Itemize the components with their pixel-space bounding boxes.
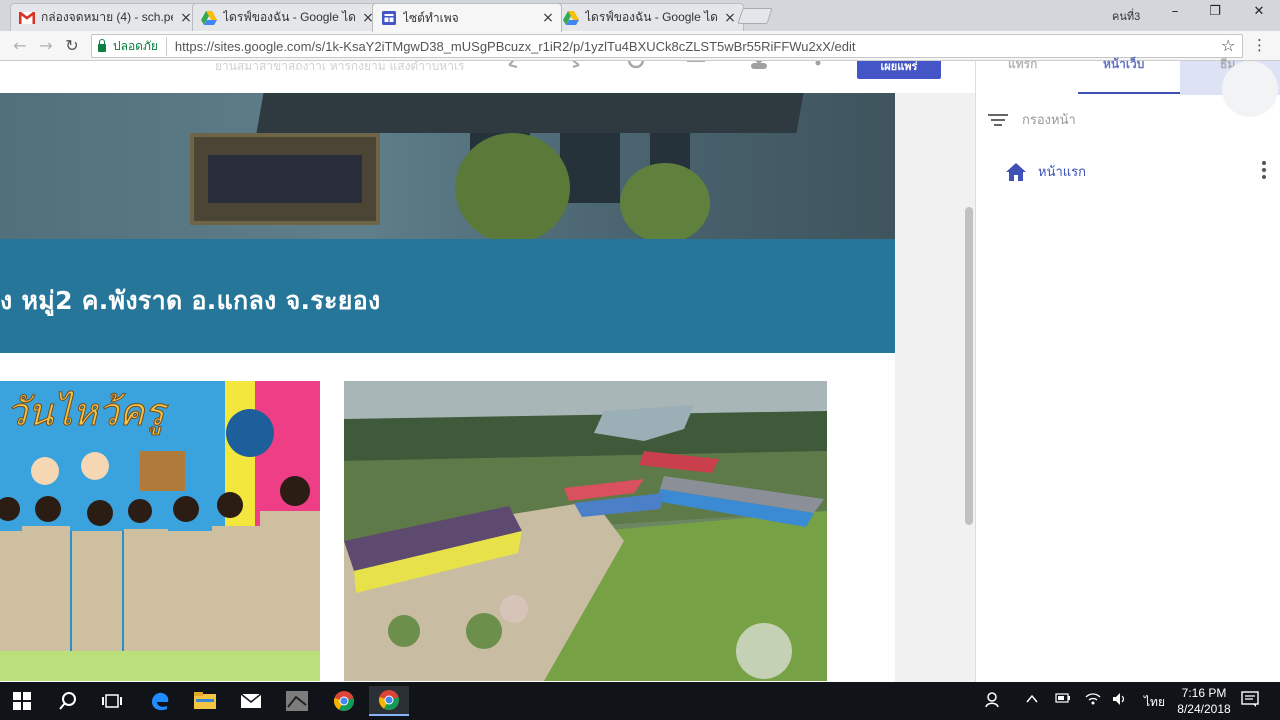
school-sign (190, 133, 380, 225)
new-tab-button[interactable] (737, 8, 773, 24)
undo-icon[interactable] (505, 61, 527, 69)
chrome-icon-active[interactable] (369, 686, 409, 716)
school-aerial-photo[interactable] (344, 381, 827, 681)
page-label: หน้าแรก (1038, 165, 1086, 180)
publish-button[interactable]: เผยแพร่ (857, 61, 941, 79)
content-section: วันไหว้ครู (0, 353, 895, 682)
close-icon[interactable]: × (541, 11, 555, 25)
start-button[interactable] (2, 686, 42, 716)
browser-toolbar: ← → ↻ ปลอดภัย https://sites.google.com/s… (0, 31, 1280, 61)
wifi-icon[interactable] (1085, 692, 1101, 710)
drive-icon (201, 10, 217, 25)
tab-gmail[interactable]: กล่องจดหมาย (4) - sch.peo × (10, 3, 200, 31)
staff-photo-graphic: วันไหว้ครู (0, 381, 320, 681)
people-icon[interactable] (985, 692, 1003, 712)
system-clock[interactable]: 7:16 PM 8/24/2018 (1172, 685, 1236, 717)
battery-icon[interactable] (1055, 692, 1071, 708)
forward-icon[interactable]: → (36, 36, 56, 56)
tab-title: กล่องจดหมาย (4) - sch.peo (41, 10, 173, 24)
share-icon[interactable] (748, 61, 770, 69)
app-icon[interactable] (277, 686, 317, 716)
sites-icon (381, 11, 397, 25)
clock-time: 7:16 PM (1181, 686, 1227, 700)
clock-date: 8/24/2018 (1177, 702, 1231, 716)
site-editor-canvas: ยานสมาสาขาสถงาาเ หารกงยาม แสงตำาบหาเร เผ… (0, 61, 975, 682)
home-icon (1006, 162, 1026, 181)
back-icon[interactable]: ← (10, 36, 30, 56)
volume-icon[interactable] (1112, 692, 1128, 710)
pages-panel: แทรก หน้าเว็บ ธีม กรองหน้า หน้าแรก (975, 57, 1280, 682)
search-icon[interactable] (48, 686, 88, 716)
filter-label: กรองหน้า (1022, 113, 1076, 128)
windows-taskbar: ไทย 7:16 PM 8/24/2018 (0, 682, 1280, 720)
active-tab-indicator (1078, 92, 1180, 94)
chrome-icon[interactable] (324, 686, 364, 716)
building-roof (256, 93, 804, 133)
redo-icon[interactable] (565, 61, 587, 69)
window-close-icon[interactable]: ✕ (1244, 4, 1274, 22)
link-icon[interactable] (685, 61, 707, 69)
tab-drive-2[interactable]: ไดรฟ์ของฉัน - Google ไดรฟ์ × (554, 3, 744, 31)
edge-icon[interactable] (140, 686, 180, 716)
secure-label: ปลอดภัย (113, 36, 167, 56)
svg-text:วันไหว้ครู: วันไหว้ครู (6, 390, 169, 435)
tab-title: ไดรฟ์ของฉัน - Google ไดรฟ์ (585, 10, 717, 24)
gmail-icon (19, 11, 35, 25)
restore-icon[interactable]: ❐ (1200, 4, 1230, 22)
tab-insert[interactable]: แทรก (1008, 55, 1037, 74)
filter-icon[interactable] (988, 113, 1008, 127)
page-options-icon[interactable] (1261, 161, 1267, 179)
tree (455, 133, 570, 239)
school-aerial-graphic (344, 381, 827, 681)
banner-title[interactable]: ง หมู่2 ค.พังราด อ.แกลง จ.ระยอง (0, 281, 381, 321)
url-text[interactable]: https://sites.google.com/s/1k-KsaY2iTMgw… (175, 39, 856, 54)
tab-sites[interactable]: ไซต์ทำเพจ × (372, 3, 562, 32)
header-image[interactable] (0, 93, 895, 239)
staff-photo[interactable]: วันไหว้ครู (0, 381, 320, 681)
browser-menu-icon[interactable]: ⋮ (1252, 36, 1267, 54)
page-item-home[interactable]: หน้าแรก (1006, 161, 1086, 182)
preview-icon[interactable] (625, 61, 647, 69)
panel-button-ripple (1222, 61, 1278, 117)
mail-icon[interactable] (231, 686, 271, 716)
profile-name[interactable]: คนที่3 (1112, 7, 1140, 25)
site-title-text: ยานสมาสาขาสถงาาเ หารกงยาม แสงตำาบหาเร (215, 61, 465, 73)
reload-icon[interactable]: ↻ (62, 36, 82, 56)
browser-tab-strip: กล่องจดหมาย (4) - sch.peo × ไดรฟ์ของฉัน … (0, 0, 1280, 32)
file-explorer-icon[interactable] (185, 686, 225, 716)
windows-logo-icon (13, 692, 31, 710)
filter-pages[interactable]: กรองหน้า (988, 109, 1076, 130)
action-center-icon[interactable] (1241, 691, 1259, 711)
lock-icon (98, 38, 106, 52)
tab-title: ไซต์ทำเพจ (403, 10, 459, 25)
close-icon[interactable]: × (723, 11, 737, 25)
drive-icon (563, 10, 579, 25)
task-view-icon[interactable] (92, 686, 132, 716)
chevron-up-icon[interactable] (1025, 692, 1039, 710)
title-banner[interactable]: ง หมู่2 ค.พังราด อ.แกลง จ.ระยอง (0, 239, 895, 353)
bookmark-star-icon[interactable]: ☆ (1221, 36, 1235, 55)
editor-scrollbar[interactable] (965, 207, 973, 525)
tab-title: ไดรฟ์ของฉัน - Google ไดรฟ์ (223, 10, 355, 24)
tab-pages[interactable]: หน้าเว็บ (1103, 55, 1144, 74)
tree (620, 163, 710, 239)
editor-header: ยานสมาสาขาสถงาาเ หารกงยาม แสงตำาบหาเร เผ… (0, 61, 975, 93)
minimize-icon[interactable]: – (1160, 4, 1190, 22)
input-language[interactable]: ไทย (1144, 693, 1165, 712)
close-icon[interactable]: × (179, 11, 193, 25)
more-options-icon[interactable] (807, 61, 829, 69)
tab-drive-1[interactable]: ไดรฟ์ของฉัน - Google ไดรฟ์ × (192, 3, 382, 31)
address-bar[interactable]: ปลอดภัย https://sites.google.com/s/1k-Ks… (91, 34, 1243, 58)
